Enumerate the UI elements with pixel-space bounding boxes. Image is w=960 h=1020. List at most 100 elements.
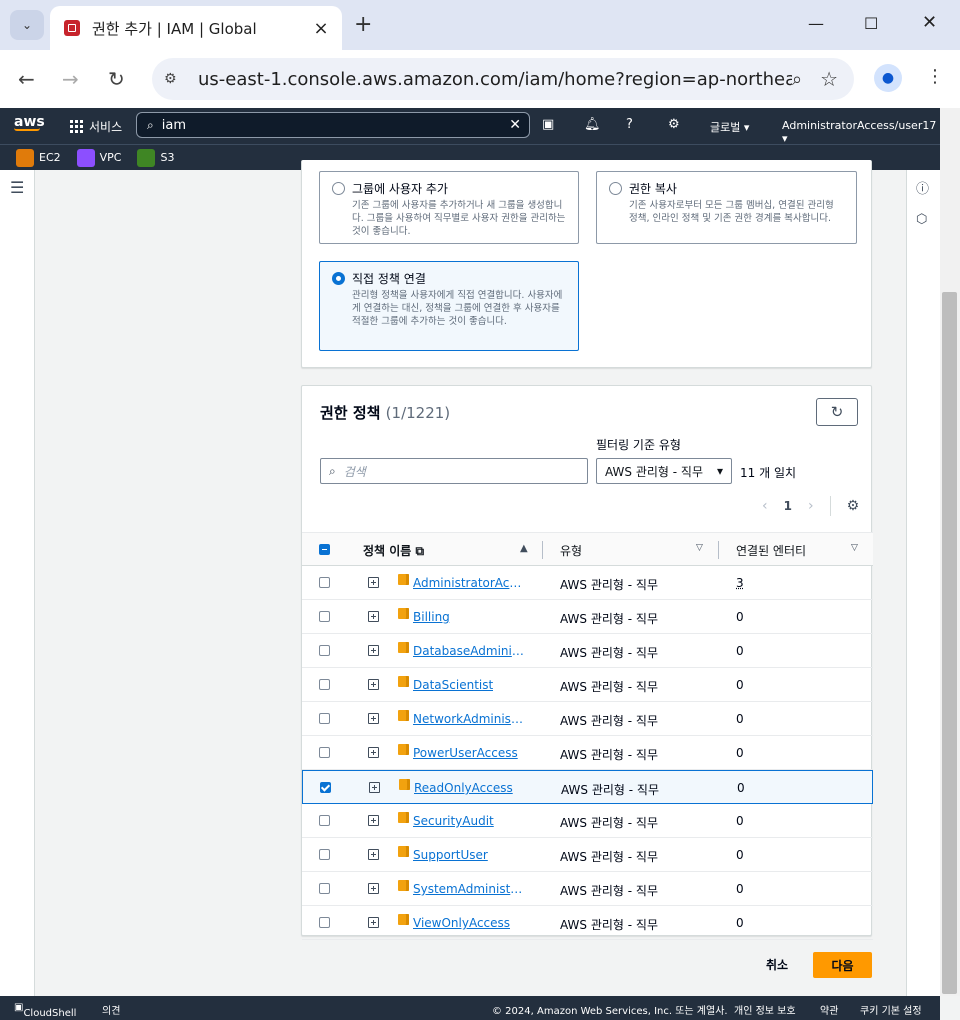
expand-row-icon[interactable] — [368, 883, 379, 894]
table-row[interactable]: Billing AWS 관리형 - 직무 0 — [302, 600, 873, 634]
maximize-icon[interactable]: ☐ — [864, 14, 878, 33]
policy-name-link[interactable]: SecurityAudit — [413, 814, 494, 828]
expand-row-icon[interactable] — [368, 849, 379, 860]
close-tab-icon[interactable]: × — [310, 17, 332, 39]
col-header-type[interactable]: 유형 — [560, 542, 582, 559]
table-row[interactable]: SupportUser AWS 관리형 - 직무 0 — [302, 838, 873, 872]
option-copy-permissions[interactable]: 권한 복사 기존 사용자로부터 모든 그룹 멤버십, 연결된 관리형 정책, 인… — [596, 171, 857, 244]
policy-name-link[interactable]: DatabaseAdministrator — [413, 644, 525, 658]
expand-row-icon[interactable] — [368, 747, 379, 758]
settings-gear-icon[interactable]: ⚙ — [668, 117, 680, 132]
terms-link[interactable]: 약관 — [820, 1002, 838, 1017]
chrome-menu-icon[interactable]: ⋮ — [926, 66, 944, 87]
row-checkbox[interactable] — [319, 815, 330, 826]
minimize-icon[interactable]: — — [808, 14, 824, 33]
row-checkbox[interactable] — [320, 782, 331, 793]
option-attach-policies[interactable]: 직접 정책 연결 관리형 정책을 사용자에게 직접 연결합니다. 사용자에게 연… — [319, 261, 579, 351]
cookie-preferences-link[interactable]: 쿠키 기본 설정 — [860, 1002, 922, 1017]
reload-icon[interactable]: ↻ — [108, 67, 125, 91]
region-selector[interactable]: 글로벌 ▾ — [710, 119, 749, 135]
feedback-hexagon-icon[interactable]: ⬡ — [916, 212, 927, 227]
table-row[interactable]: AdministratorAccess AWS 관리형 - 직무 3 — [302, 566, 873, 600]
expand-row-icon[interactable] — [368, 815, 379, 826]
window-close-icon[interactable]: ✕ — [922, 12, 937, 33]
select-all-checkbox[interactable] — [319, 544, 330, 555]
zoom-icon[interactable]: ⌕ — [792, 69, 802, 90]
policy-name-link[interactable]: ReadOnlyAccess — [414, 781, 513, 795]
radio-add-to-group[interactable] — [332, 182, 345, 195]
policy-name-link[interactable]: NetworkAdministrator — [413, 712, 525, 726]
forward-icon[interactable]: → — [62, 67, 79, 91]
service-search-input[interactable]: ⌕ iam ✕ — [136, 112, 530, 138]
favorite-ec2[interactable]: EC2 — [16, 148, 61, 167]
row-checkbox[interactable] — [319, 747, 330, 758]
privacy-link[interactable]: 개인 정보 보호 — [734, 1002, 796, 1017]
site-settings-icon[interactable]: ⚙ — [164, 71, 184, 87]
page-scrollbar-thumb[interactable] — [942, 292, 957, 994]
expand-row-icon[interactable] — [369, 782, 380, 793]
row-checkbox[interactable] — [319, 679, 330, 690]
filter-type-select[interactable]: AWS 관리형 - 직무 ▾ — [596, 458, 732, 484]
cloudshell-icon[interactable]: ▣ — [542, 117, 554, 132]
policy-name-link[interactable]: ViewOnlyAccess — [413, 916, 510, 930]
tab-search-button[interactable]: ⌄ — [10, 10, 44, 40]
row-checkbox[interactable] — [319, 917, 330, 928]
expand-row-icon[interactable] — [368, 917, 379, 928]
cancel-button[interactable]: 취소 — [766, 956, 788, 973]
bookmark-star-icon[interactable]: ☆ — [820, 67, 838, 91]
aws-logo[interactable]: aws — [14, 114, 45, 131]
table-row[interactable]: ReadOnlyAccess AWS 관리형 - 직무 0 — [302, 770, 873, 804]
expand-row-icon[interactable] — [368, 679, 379, 690]
policy-name-link[interactable]: Billing — [413, 610, 450, 624]
col-header-attached-entities[interactable]: 연결된 엔터티 — [736, 542, 806, 559]
policy-name-link[interactable]: AdministratorAccess — [413, 576, 525, 590]
radio-copy-permissions[interactable] — [609, 182, 622, 195]
sort-ascending-icon[interactable]: ▲ — [520, 543, 528, 554]
info-icon[interactable]: ⓘ — [916, 178, 929, 197]
expand-row-icon[interactable] — [368, 645, 379, 656]
refresh-button[interactable]: ↻ — [816, 398, 858, 426]
current-page[interactable]: 1 — [784, 499, 792, 513]
expand-row-icon[interactable] — [368, 611, 379, 622]
new-tab-icon[interactable]: + — [354, 12, 372, 37]
table-row[interactable]: PowerUserAccess AWS 관리형 - 직무 0 — [302, 736, 873, 770]
row-checkbox[interactable] — [319, 645, 330, 656]
hamburger-menu-icon[interactable]: ☰ — [10, 178, 24, 197]
sort-icon[interactable]: ▽ — [851, 543, 858, 553]
col-header-policy-name[interactable]: 정책 이름 ⧉ — [363, 542, 424, 559]
table-row[interactable]: NetworkAdministrator AWS 관리형 - 직무 0 — [302, 702, 873, 736]
table-row[interactable]: DatabaseAdministrator AWS 관리형 - 직무 0 — [302, 634, 873, 668]
clear-search-icon[interactable]: ✕ — [509, 117, 521, 133]
table-row[interactable]: SystemAdministrator AWS 관리형 - 직무 0 — [302, 872, 873, 906]
table-row[interactable]: SecurityAudit AWS 관리형 - 직무 0 — [302, 804, 873, 838]
policy-name-link[interactable]: DataScientist — [413, 678, 493, 692]
next-button[interactable]: 다음 — [813, 952, 872, 978]
row-checkbox[interactable] — [319, 577, 330, 588]
url-text[interactable]: us-east-1.console.aws.amazon.com/iam/hom… — [198, 69, 792, 90]
attached-entities-count[interactable]: 3 — [736, 576, 744, 590]
expand-row-icon[interactable] — [368, 577, 379, 588]
favorite-s3[interactable]: S3 — [137, 148, 174, 167]
address-bar[interactable]: ⚙ us-east-1.console.aws.amazon.com/iam/h… — [152, 58, 854, 100]
notifications-bell-icon[interactable]: 🔔︎ — [584, 117, 601, 132]
sort-icon[interactable]: ▽ — [696, 543, 703, 553]
policy-name-link[interactable]: SupportUser — [413, 848, 488, 862]
policy-search-input[interactable]: ⌕ 검색 — [320, 458, 588, 484]
services-menu-button[interactable]: 서비스 — [70, 118, 122, 135]
table-row[interactable]: ViewOnlyAccess AWS 관리형 - 직무 0 — [302, 906, 873, 940]
row-checkbox[interactable] — [319, 849, 330, 860]
row-checkbox[interactable] — [319, 883, 330, 894]
account-menu[interactable]: AdministratorAccess/user17 ▾ — [782, 119, 940, 145]
policy-name-link[interactable]: SystemAdministrator — [413, 882, 525, 896]
prev-page-icon[interactable]: ‹ — [762, 498, 768, 514]
option-add-to-group[interactable]: 그룹에 사용자 추가 기존 그룹에 사용자를 추가하거나 새 그룹을 생성합니다… — [319, 171, 579, 244]
profile-avatar-icon[interactable]: ● — [874, 64, 902, 92]
policy-name-link[interactable]: PowerUserAccess — [413, 746, 518, 760]
expand-row-icon[interactable] — [368, 713, 379, 724]
browser-tab[interactable]: 권한 추가 | IAM | Global × — [50, 6, 342, 50]
feedback-link[interactable]: 의견 — [102, 1002, 120, 1017]
back-icon[interactable]: ← — [18, 67, 35, 91]
cloudshell-link[interactable]: ▣ CloudShell — [14, 1002, 76, 1019]
table-settings-gear-icon[interactable]: ⚙ — [847, 498, 860, 514]
favorite-vpc[interactable]: VPC — [76, 148, 121, 167]
